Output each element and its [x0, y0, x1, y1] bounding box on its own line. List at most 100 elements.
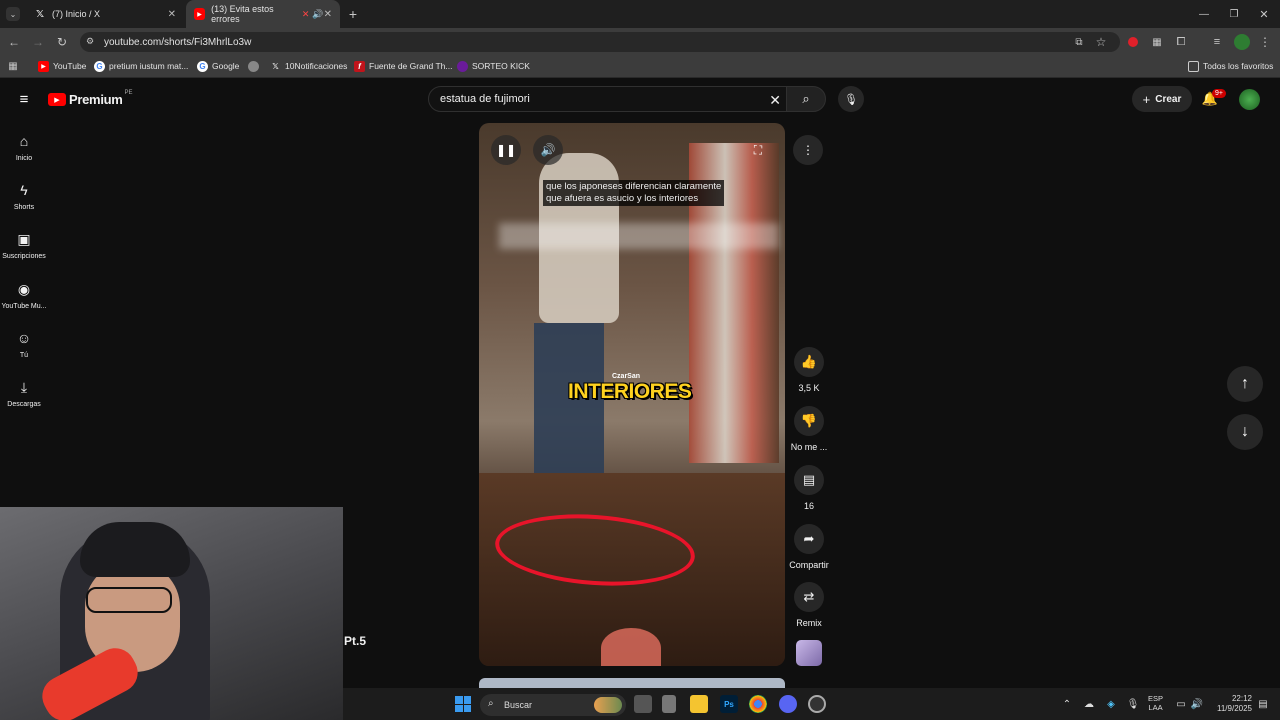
- x-logo-icon: 𝕏: [35, 8, 45, 20]
- tab-title: (7) Inicio / X: [52, 9, 101, 19]
- share-button[interactable]: ➦ Compartir: [788, 524, 830, 570]
- app-circle-icon[interactable]: [808, 695, 826, 713]
- subscriptions-icon: ▣: [17, 230, 31, 247]
- sidebar-item-shorts[interactable]: ϟ Shorts: [0, 180, 48, 211]
- sidebar-item-suscripciones[interactable]: ▣ Suscripciones: [0, 229, 48, 261]
- dislike-button[interactable]: 👎 No me ...: [788, 406, 830, 452]
- chrome-icon[interactable]: [749, 695, 767, 713]
- next-short-button[interactable]: ↓: [1227, 414, 1263, 450]
- puzzle-icon[interactable]: ⧠: [1174, 35, 1188, 49]
- volume-button[interactable]: 🔊: [533, 135, 563, 165]
- thumbs-down-icon: 👎: [794, 406, 824, 436]
- hamburger-menu-icon[interactable]: ≡: [16, 91, 32, 108]
- sidebar-item-inicio[interactable]: ⌂ Inicio: [0, 131, 48, 162]
- pause-icon: ❚❚: [495, 143, 517, 157]
- audio-icon[interactable]: 🔊: [312, 9, 323, 20]
- bookmark-youtube[interactable]: ▶ YouTube: [38, 58, 86, 74]
- extension-icon[interactable]: ▦: [1150, 35, 1164, 49]
- tray-app-icon[interactable]: ◈: [1104, 697, 1118, 711]
- chevron-up-icon[interactable]: ⌃: [1060, 697, 1074, 711]
- install-app-icon[interactable]: ⧉: [1072, 35, 1086, 49]
- bookmark-pretium[interactable]: Gpretium iustum mat...: [94, 58, 188, 74]
- bookmark-star-icon[interactable]: ☆: [1094, 35, 1108, 49]
- fullscreen-button[interactable]: ⛶: [743, 135, 773, 165]
- taskbar-search[interactable]: ⌕ Buscar: [480, 694, 626, 716]
- photoshop-icon[interactable]: Ps: [720, 695, 738, 713]
- new-tab-icon[interactable]: +: [346, 6, 360, 22]
- like-button[interactable]: 👍 3,5 K: [788, 347, 830, 393]
- restore-icon[interactable]: ❐: [1226, 6, 1242, 22]
- webcam-person-hair: [80, 522, 190, 577]
- sidebar-item-youtube-music[interactable]: ◉ YouTube Mu...: [0, 279, 48, 311]
- bookmark-sorteo-kick[interactable]: SORTEO KICK: [457, 58, 530, 74]
- sidebar-item-tu[interactable]: ☺ Tú: [0, 328, 48, 359]
- back-icon[interactable]: ←: [6, 34, 22, 50]
- share-icon: ➦: [794, 524, 824, 554]
- minimize-icon[interactable]: —: [1196, 6, 1212, 22]
- google-icon: G: [94, 60, 105, 72]
- forward-icon[interactable]: →: [30, 34, 46, 50]
- close-icon[interactable]: ✕: [324, 9, 332, 20]
- user-icon: ☺: [16, 330, 32, 346]
- menu-dots-icon[interactable]: ⋮: [1258, 35, 1272, 49]
- sound-thumbnail[interactable]: [796, 640, 822, 666]
- all-bookmarks[interactable]: Todos los favoritos: [1188, 58, 1273, 74]
- notification-badge: 9+: [1212, 89, 1226, 98]
- previous-short-button[interactable]: ↑: [1227, 366, 1263, 402]
- apps-grid-icon[interactable]: ▦: [6, 59, 20, 73]
- google-icon: G: [197, 60, 208, 72]
- shorts-icon: ϟ: [20, 182, 28, 198]
- language-indicator[interactable]: ESP LAA: [1148, 694, 1163, 712]
- task-view-icon[interactable]: [634, 695, 652, 713]
- microphone-tray-icon[interactable]: 🎙: [1126, 697, 1140, 711]
- search-button[interactable]: ⌕: [786, 86, 826, 112]
- close-icon[interactable]: ✕: [168, 9, 176, 20]
- tab-youtube[interactable]: ▶ (13) Evita estos errores ✕ 🔊 ✕: [186, 0, 340, 28]
- media-icon[interactable]: ≡: [1210, 35, 1224, 49]
- bookmark-notificaciones[interactable]: 𝕏 10Notificaciones: [270, 58, 347, 74]
- site-info-icon[interactable]: ⚙: [86, 36, 94, 47]
- more-options-button[interactable]: ⋮: [793, 135, 823, 165]
- profile-avatar[interactable]: [1234, 34, 1250, 50]
- create-button[interactable]: + Crear: [1132, 86, 1192, 112]
- sidebar-item-descargas[interactable]: ⤓ Descargas: [0, 377, 48, 409]
- extension-red-icon[interactable]: [1128, 37, 1138, 47]
- close-window-icon[interactable]: ✕: [1256, 6, 1272, 22]
- discord-icon[interactable]: [779, 695, 797, 713]
- clear-search-icon[interactable]: ✕: [769, 92, 781, 109]
- comments-button[interactable]: ▤ 16: [788, 465, 830, 511]
- bookmark-fuente[interactable]: f Fuente de Grand Th...: [354, 58, 452, 74]
- globe-icon: [248, 60, 259, 72]
- windows-start-icon[interactable]: [455, 696, 471, 712]
- search-input[interactable]: estatua de fujimori ✕: [428, 86, 792, 112]
- search-icon: ⌕: [488, 698, 494, 709]
- thumbs-up-icon: 👍: [794, 347, 824, 377]
- folder-icon: [1188, 60, 1199, 72]
- reload-icon[interactable]: ↻: [54, 34, 70, 50]
- file-explorer-icon[interactable]: [690, 695, 708, 713]
- network-icon[interactable]: ▭: [1174, 697, 1188, 711]
- music-icon: ◉: [17, 280, 31, 297]
- pause-button[interactable]: ❚❚: [491, 135, 521, 165]
- volume-tray-icon[interactable]: 🔊: [1190, 697, 1204, 711]
- url-text: youtube.com/shorts/Fi3MhrlLo3w: [104, 36, 252, 48]
- youtube-premium-logo[interactable]: ▶ Premium PE: [48, 90, 133, 107]
- mute-x-icon: ✕: [301, 8, 310, 19]
- address-bar[interactable]: ⚙ youtube.com/shorts/Fi3MhrlLo3w: [80, 32, 1120, 52]
- account-avatar[interactable]: [1239, 89, 1260, 110]
- font-f-icon: f: [354, 60, 365, 72]
- app-icon[interactable]: [662, 695, 676, 713]
- webcam-overlay: [0, 507, 343, 720]
- youtube-icon: ▶: [194, 8, 206, 20]
- tab-x[interactable]: 𝕏 (7) Inicio / X ✕: [26, 0, 184, 28]
- voice-search-button[interactable]: 🎙: [838, 86, 864, 112]
- tab-search-icon[interactable]: ⌄: [6, 7, 20, 21]
- remix-button[interactable]: ⇄ Remix: [788, 582, 830, 628]
- cloud-icon[interactable]: ☁: [1082, 697, 1096, 711]
- notification-center-icon[interactable]: ▤: [1256, 697, 1270, 711]
- clock[interactable]: 22:12 11/9/2025: [1212, 694, 1252, 714]
- bookmark-google[interactable]: G Google: [197, 58, 239, 74]
- bookmark-globe[interactable]: [248, 58, 263, 74]
- arrow-down-icon: ↓: [1241, 423, 1249, 440]
- video-hand: [601, 628, 661, 666]
